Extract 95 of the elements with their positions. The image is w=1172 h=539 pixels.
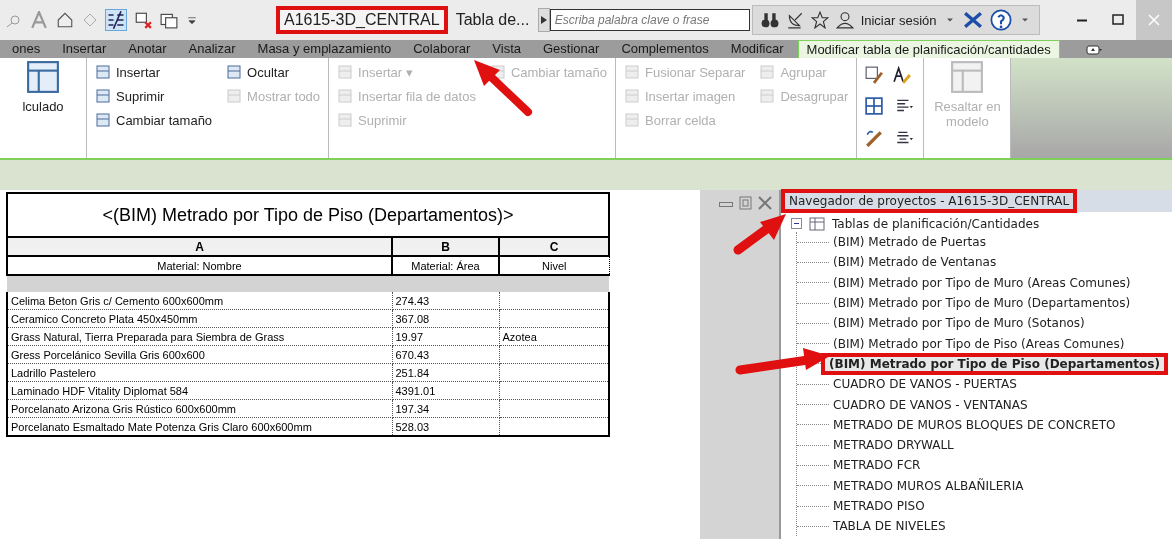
house-icon [56, 11, 74, 29]
tree-item[interactable]: METRADO DRYWALL [829, 437, 958, 454]
panel-title: Navegador de proyectos - A1615-3D_CENTRAL [781, 189, 1078, 213]
table-icon [337, 112, 354, 128]
binoculars-icon [760, 11, 779, 29]
table-icon [226, 64, 243, 80]
ribbon-tab[interactable]: Masa y emplazamiento [249, 40, 400, 58]
ribbon-tab[interactable]: ones [4, 40, 49, 58]
play-icon [540, 16, 547, 24]
tree-item[interactable]: METRADO MUROS ALBAÑILERIA [829, 477, 1028, 494]
table-icon [624, 88, 640, 104]
table-icon [624, 64, 640, 80]
expand-button[interactable] [537, 8, 550, 32]
thin-lines-icon [106, 10, 126, 30]
ribbon-tab[interactable]: Gestionar [535, 40, 608, 58]
table-cell: 19.97 [395, 330, 424, 343]
table-icon [95, 112, 111, 128]
restore-icon [737, 195, 753, 211]
ribbon-tab[interactable]: Anotar [120, 40, 175, 58]
satellite-icon [785, 11, 804, 29]
panel-toggle-icon [1083, 42, 1104, 58]
tree-item[interactable]: (BIM) Metrado por Tipo de Muro (Departamentos) [829, 295, 1135, 312]
tree-item[interactable]: METRADO DE MUROS BLOQUES DE CONCRETO [829, 416, 1120, 433]
table-cell: Ladrillo Pastelero [11, 366, 96, 379]
table-cell: Ceramico Concreto Plata 450x450mm [11, 312, 198, 325]
minimize-icon [1076, 18, 1088, 22]
ribbon-button[interactable]: Insertar [95, 64, 213, 80]
tree-item[interactable]: CUADRO DE VANOS - VENTANAS [829, 396, 1032, 413]
ribbon-tab[interactable]: Vista [484, 40, 529, 58]
annotation-arrow [733, 214, 786, 255]
search-field[interactable]: Escriba palabra clave o frase [549, 9, 750, 31]
diamond-icon [82, 12, 98, 28]
ribbon-tab[interactable]: Insertar [54, 40, 115, 58]
table-icon [95, 64, 111, 80]
tree-item[interactable]: (BIM) Metrado por Tipo de Piso (Areas Comunes) [829, 335, 1129, 352]
tree-item[interactable]: Tablas de planificación/Cantidades [832, 216, 1040, 231]
text-icon [30, 11, 48, 29]
tree-item[interactable]: (BIM) Metrado de Ventanas [829, 254, 1001, 271]
table-cell: 670.43 [395, 348, 430, 361]
table-cell: 4391.01 [395, 384, 436, 397]
tree-item[interactable]: TABLA DE NIVELES [829, 518, 950, 535]
table-cell: Porcelanato Arizona Gris Rústico 600x600mm [11, 402, 236, 415]
ribbon-button[interactable]: Suprimir [95, 88, 213, 104]
table-icon [95, 88, 111, 104]
table-icon [759, 64, 776, 80]
switch-windows-icon [160, 11, 178, 29]
ribbon-tab[interactable]: Analizar [180, 40, 244, 58]
tree-item[interactable]: (BIM) Metrado por Tipo de Muro (Sotanos) [829, 315, 1089, 332]
borders-icon [865, 97, 884, 116]
star-icon [810, 11, 829, 29]
project-title: A1615-3D_CENTRAL [276, 6, 448, 34]
table-cell: 197.34 [395, 402, 430, 415]
sign-in-link[interactable]: Iniciar sesión [860, 12, 937, 28]
table-cell: 528.03 [395, 420, 430, 433]
table-cell: Grass Natural, Tierra Preparada para Siembra de Grass [11, 330, 285, 343]
table-cell: Azotea [502, 330, 537, 343]
ribbon-tab[interactable]: Complementos [613, 40, 717, 58]
user-icon [835, 11, 854, 29]
ribbon-tab[interactable]: Colaborar [405, 40, 479, 58]
schedule-title: <(BIM) Metrado por Tipo de Piso (Departamentos)> [7, 193, 610, 237]
maximize-icon [1112, 14, 1124, 26]
minimize-icon [719, 202, 733, 207]
table-cell: Laminado HDF Vitality Diplomat 584 [11, 384, 189, 397]
table-cell: 274.43 [395, 294, 430, 307]
table-icon [759, 88, 776, 104]
ribbon-button[interactable]: Cambiar tamaño [95, 112, 213, 128]
ribbon-button[interactable]: Ocultar [226, 64, 321, 80]
font-pencil-icon [893, 66, 912, 84]
table-icon [226, 88, 243, 104]
table-icon [337, 88, 354, 104]
tree-item[interactable]: (BIM) Metrado por Tipo de Muro (Areas Comunes) [829, 274, 1135, 291]
close-icon [1148, 14, 1160, 26]
ribbon-tab[interactable]: Modificar tabla de planificación/cantidades [797, 40, 1060, 58]
table-cell: Gress Porcelánico Sevilla Gris 600x600 [11, 348, 205, 361]
tree-item[interactable]: (BIM) Metrado por Tipo de Piso (Departamentos) [821, 352, 1168, 375]
view-title: Tabla de... [455, 11, 531, 29]
table-icon [26, 60, 60, 94]
tree-item[interactable]: METRADO FCR [829, 457, 925, 474]
table-cell: 251.84 [395, 366, 430, 379]
table-brush-icon [865, 66, 884, 84]
brush-reset-icon [865, 128, 884, 147]
table-cell: 367.08 [395, 312, 430, 325]
close-windows-icon [134, 11, 152, 29]
tree-item[interactable]: (BIM) Metrado de Puertas [829, 234, 990, 251]
collapse-icon[interactable] [791, 218, 802, 229]
close-icon [757, 195, 773, 211]
table-icon [337, 64, 354, 80]
table-cell: Celima Beton Gris c/ Cemento 600x600mm [11, 294, 224, 307]
table-cell: Porcelanato Esmaltado Mate Potenza Gris Claro 600x600mm [11, 420, 312, 433]
table-icon [624, 112, 640, 128]
tree-item[interactable]: METRADO PISO [829, 498, 929, 514]
tree-item[interactable]: CUADRO DE VANOS - PUERTAS [829, 376, 1021, 393]
ribbon-tab[interactable]: Modificar [722, 40, 792, 58]
table-icon [807, 215, 827, 232]
help-icon [989, 9, 1012, 31]
